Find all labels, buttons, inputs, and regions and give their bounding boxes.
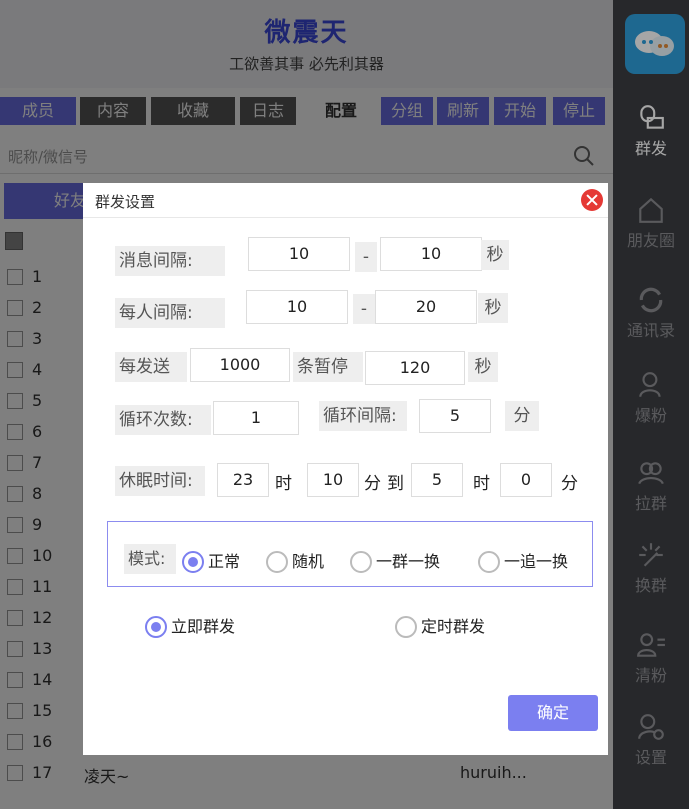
- mode-normal-label: 正常: [208, 552, 241, 571]
- radio-icon: [478, 551, 500, 573]
- sleep-hour-unit-2: 时: [473, 474, 490, 494]
- radio-selected-icon: [145, 616, 167, 638]
- close-icon[interactable]: [581, 189, 603, 211]
- confirm-button[interactable]: 确定: [508, 695, 598, 731]
- loop-count-input[interactable]: 1: [213, 401, 299, 435]
- loop-interval-unit: 分: [505, 401, 539, 431]
- person-interval-label: 每人间隔:: [115, 298, 225, 328]
- radio-icon: [266, 551, 288, 573]
- sleep-hour-unit-1: 时: [275, 474, 292, 494]
- loop-count-label: 循环次数:: [115, 405, 211, 435]
- person-interval-unit: 秒: [478, 293, 508, 323]
- pause-unit: 秒: [468, 352, 498, 382]
- sleep-to-minute-input[interactable]: 0: [500, 463, 552, 497]
- sidebar-overlay: [613, 0, 689, 809]
- send-now-radio[interactable]: 立即群发: [145, 615, 235, 639]
- mode-normal-radio[interactable]: 正常: [182, 550, 240, 574]
- msg-interval-unit: 秒: [481, 240, 509, 270]
- radio-icon: [350, 551, 372, 573]
- divider: [83, 217, 608, 218]
- radio-icon: [395, 616, 417, 638]
- per-send-label: 每发送: [115, 352, 187, 382]
- per-send-count-input[interactable]: 1000: [190, 348, 290, 382]
- person-interval-max-input[interactable]: 20: [375, 290, 477, 324]
- msg-interval-min-input[interactable]: 10: [248, 237, 350, 271]
- pause-label: 条暂停: [293, 352, 363, 382]
- mode-group: 模式: 正常 随机 一群一换 一追一换: [107, 521, 593, 587]
- sleep-to-label: 到: [387, 474, 404, 494]
- sleep-to-hour-input[interactable]: 5: [411, 463, 463, 497]
- sleep-from-hour-input[interactable]: 23: [217, 463, 269, 497]
- sleep-from-minute-input[interactable]: 10: [307, 463, 359, 497]
- mode-label: 模式:: [124, 544, 176, 574]
- mode-one-chase-one-switch-radio[interactable]: 一追一换: [478, 550, 568, 574]
- radio-selected-icon: [182, 551, 204, 573]
- sleep-minute-unit-2: 分: [561, 474, 578, 494]
- msg-interval-max-input[interactable]: 10: [380, 237, 482, 271]
- mode-one-chase-one-switch-label: 一追一换: [504, 552, 569, 571]
- person-interval-min-input[interactable]: 10: [246, 290, 348, 324]
- msg-interval-label: 消息间隔:: [115, 246, 225, 276]
- mass-send-settings-dialog: 群发设置 消息间隔: 10 - 10 秒 每人间隔: 10 - 20 秒 每发送…: [83, 183, 608, 755]
- scheduled-send-label: 定时群发: [421, 617, 486, 636]
- send-now-label: 立即群发: [171, 617, 236, 636]
- loop-interval-label: 循环间隔:: [319, 401, 407, 431]
- scheduled-send-radio[interactable]: 定时群发: [395, 615, 485, 639]
- sleep-time-label: 休眠时间:: [115, 466, 205, 496]
- pause-seconds-input[interactable]: 120: [365, 351, 465, 385]
- mode-random-radio[interactable]: 随机: [266, 550, 324, 574]
- mode-one-group-one-switch-label: 一群一换: [376, 552, 441, 571]
- msg-interval-dash: -: [355, 242, 377, 272]
- mode-random-label: 随机: [292, 552, 325, 571]
- mode-one-group-one-switch-radio[interactable]: 一群一换: [350, 550, 440, 574]
- person-interval-dash: -: [353, 294, 375, 324]
- loop-interval-input[interactable]: 5: [419, 399, 491, 433]
- dialog-title: 群发设置: [95, 193, 156, 211]
- sleep-minute-unit-1: 分: [364, 474, 381, 494]
